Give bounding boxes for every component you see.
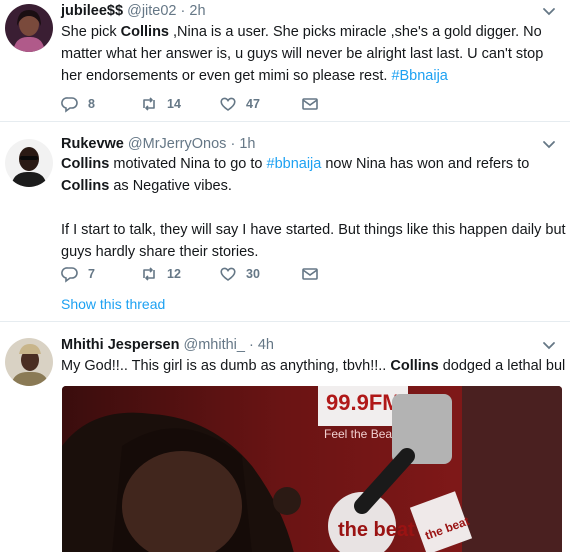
retweet-icon: [143, 97, 155, 111]
message-icon: [302, 268, 318, 280]
retweet-button[interactable]: 14: [140, 95, 219, 113]
chevron-down-icon[interactable]: [542, 335, 556, 355]
reply-button[interactable]: 8: [61, 95, 140, 113]
message-button[interactable]: [301, 95, 380, 113]
separator-dot: ·: [230, 136, 236, 152]
user-handle[interactable]: @MrJerryOnos: [128, 136, 227, 152]
tweet-text-segment: She pick: [61, 24, 121, 40]
tweet-header: Rukevwe @MrJerryOnos · 1h: [61, 134, 562, 154]
highlight-keyword: Collins: [61, 178, 110, 194]
timestamp[interactable]: 1h: [239, 136, 255, 152]
highlight-keyword: Collins: [120, 24, 169, 40]
tweet-header: Mhithi Jespersen @mhithi_ · 4h: [61, 335, 562, 355]
avatar[interactable]: [5, 4, 53, 52]
timestamp[interactable]: 2h: [189, 3, 205, 19]
tweet[interactable]: Rukevwe @MrJerryOnos · 1h Collins motiva…: [0, 121, 570, 321]
display-name[interactable]: Rukevwe: [61, 136, 124, 152]
hashtag-link[interactable]: #bbnaija: [267, 156, 322, 172]
tweet-actions: 8 14 47: [61, 94, 380, 114]
retweet-icon: [143, 267, 155, 281]
separator-dot: ·: [180, 3, 186, 19]
chevron-down-icon[interactable]: [542, 134, 556, 154]
like-count: 47: [246, 97, 260, 111]
reply-icon: [61, 267, 78, 283]
station-tagline: Feel the Beat: [324, 427, 396, 441]
tweet-header: jubilee$$ @jite02 · 2h: [61, 1, 562, 21]
message-button[interactable]: [301, 265, 380, 283]
like-button[interactable]: 30: [219, 265, 301, 283]
hashtag-link[interactable]: #Bbnaija: [391, 68, 447, 84]
like-button[interactable]: 47: [219, 95, 301, 113]
station-logo-text: 99.9FM: [326, 390, 401, 415]
retweet-count: 12: [167, 267, 181, 281]
timestamp[interactable]: 4h: [258, 337, 274, 353]
like-icon: [220, 267, 236, 281]
tweet-text-segment: now Nina has won and refers to: [321, 156, 530, 172]
highlight-keyword: Collins: [61, 156, 110, 172]
like-count: 30: [246, 267, 260, 281]
reply-icon: [61, 97, 78, 113]
reply-count: 8: [88, 97, 95, 111]
chevron-down-icon[interactable]: [542, 1, 556, 21]
tweet-text-segment: My God!!.. This girl is as dumb as anyth…: [61, 358, 391, 374]
user-handle[interactable]: @jite02: [127, 3, 176, 19]
tweet-text: Collins motivated Nina to go to #bbnaija…: [61, 153, 566, 263]
user-handle[interactable]: @mhithi_: [183, 337, 244, 353]
display-name[interactable]: Mhithi Jespersen: [61, 337, 179, 353]
separator-dot: ·: [248, 337, 254, 353]
message-icon: [302, 98, 318, 110]
tweet-actions: 7 12 30: [61, 264, 380, 284]
avatar[interactable]: [5, 338, 53, 386]
tweet-media-image[interactable]: 99.9FM Feel the Beat the beat the beat: [62, 386, 562, 552]
highlight-keyword: Collins: [390, 358, 439, 374]
tweet-text: She pick Collins ,Nina is a user. She pi…: [61, 21, 566, 87]
tweet-text-segment: motivated Nina to go to: [109, 156, 267, 172]
tweet-text: My God!!.. This girl is as dumb as anyth…: [61, 355, 566, 377]
tweet-paragraph: If I start to talk, they will say I have…: [61, 222, 566, 260]
like-icon: [220, 97, 236, 111]
tweet-paragraph: Collins motivated Nina to go to #bbnaija…: [61, 153, 566, 197]
avatar[interactable]: [5, 139, 53, 187]
tweet-text-segment: dodged a lethal bullet...: [442, 358, 566, 374]
tweet[interactable]: jubilee$$ @jite02 · 2h She pick Collins …: [0, 0, 570, 121]
retweet-button[interactable]: 12: [140, 265, 219, 283]
reply-button[interactable]: 7: [61, 265, 140, 283]
display-name[interactable]: jubilee$$: [61, 3, 123, 19]
reply-count: 7: [88, 267, 95, 281]
tweet[interactable]: Mhithi Jespersen @mhithi_ · 4h My God!!.…: [0, 321, 570, 552]
retweet-count: 14: [167, 97, 181, 111]
brand-logo-text: the beat: [338, 519, 415, 541]
show-thread-link[interactable]: Show this thread: [61, 296, 165, 312]
tweet-text-segment: as Negative vibes.: [109, 178, 232, 194]
